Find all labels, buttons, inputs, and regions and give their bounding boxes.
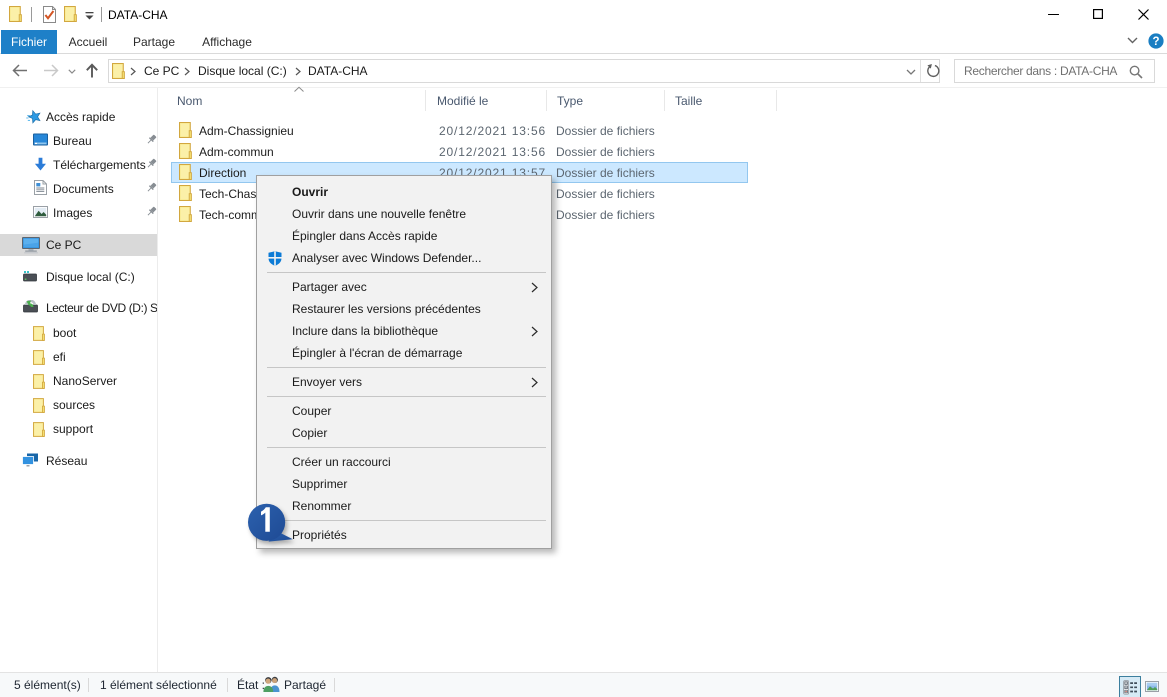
svg-text:?: ? xyxy=(1152,36,1159,48)
